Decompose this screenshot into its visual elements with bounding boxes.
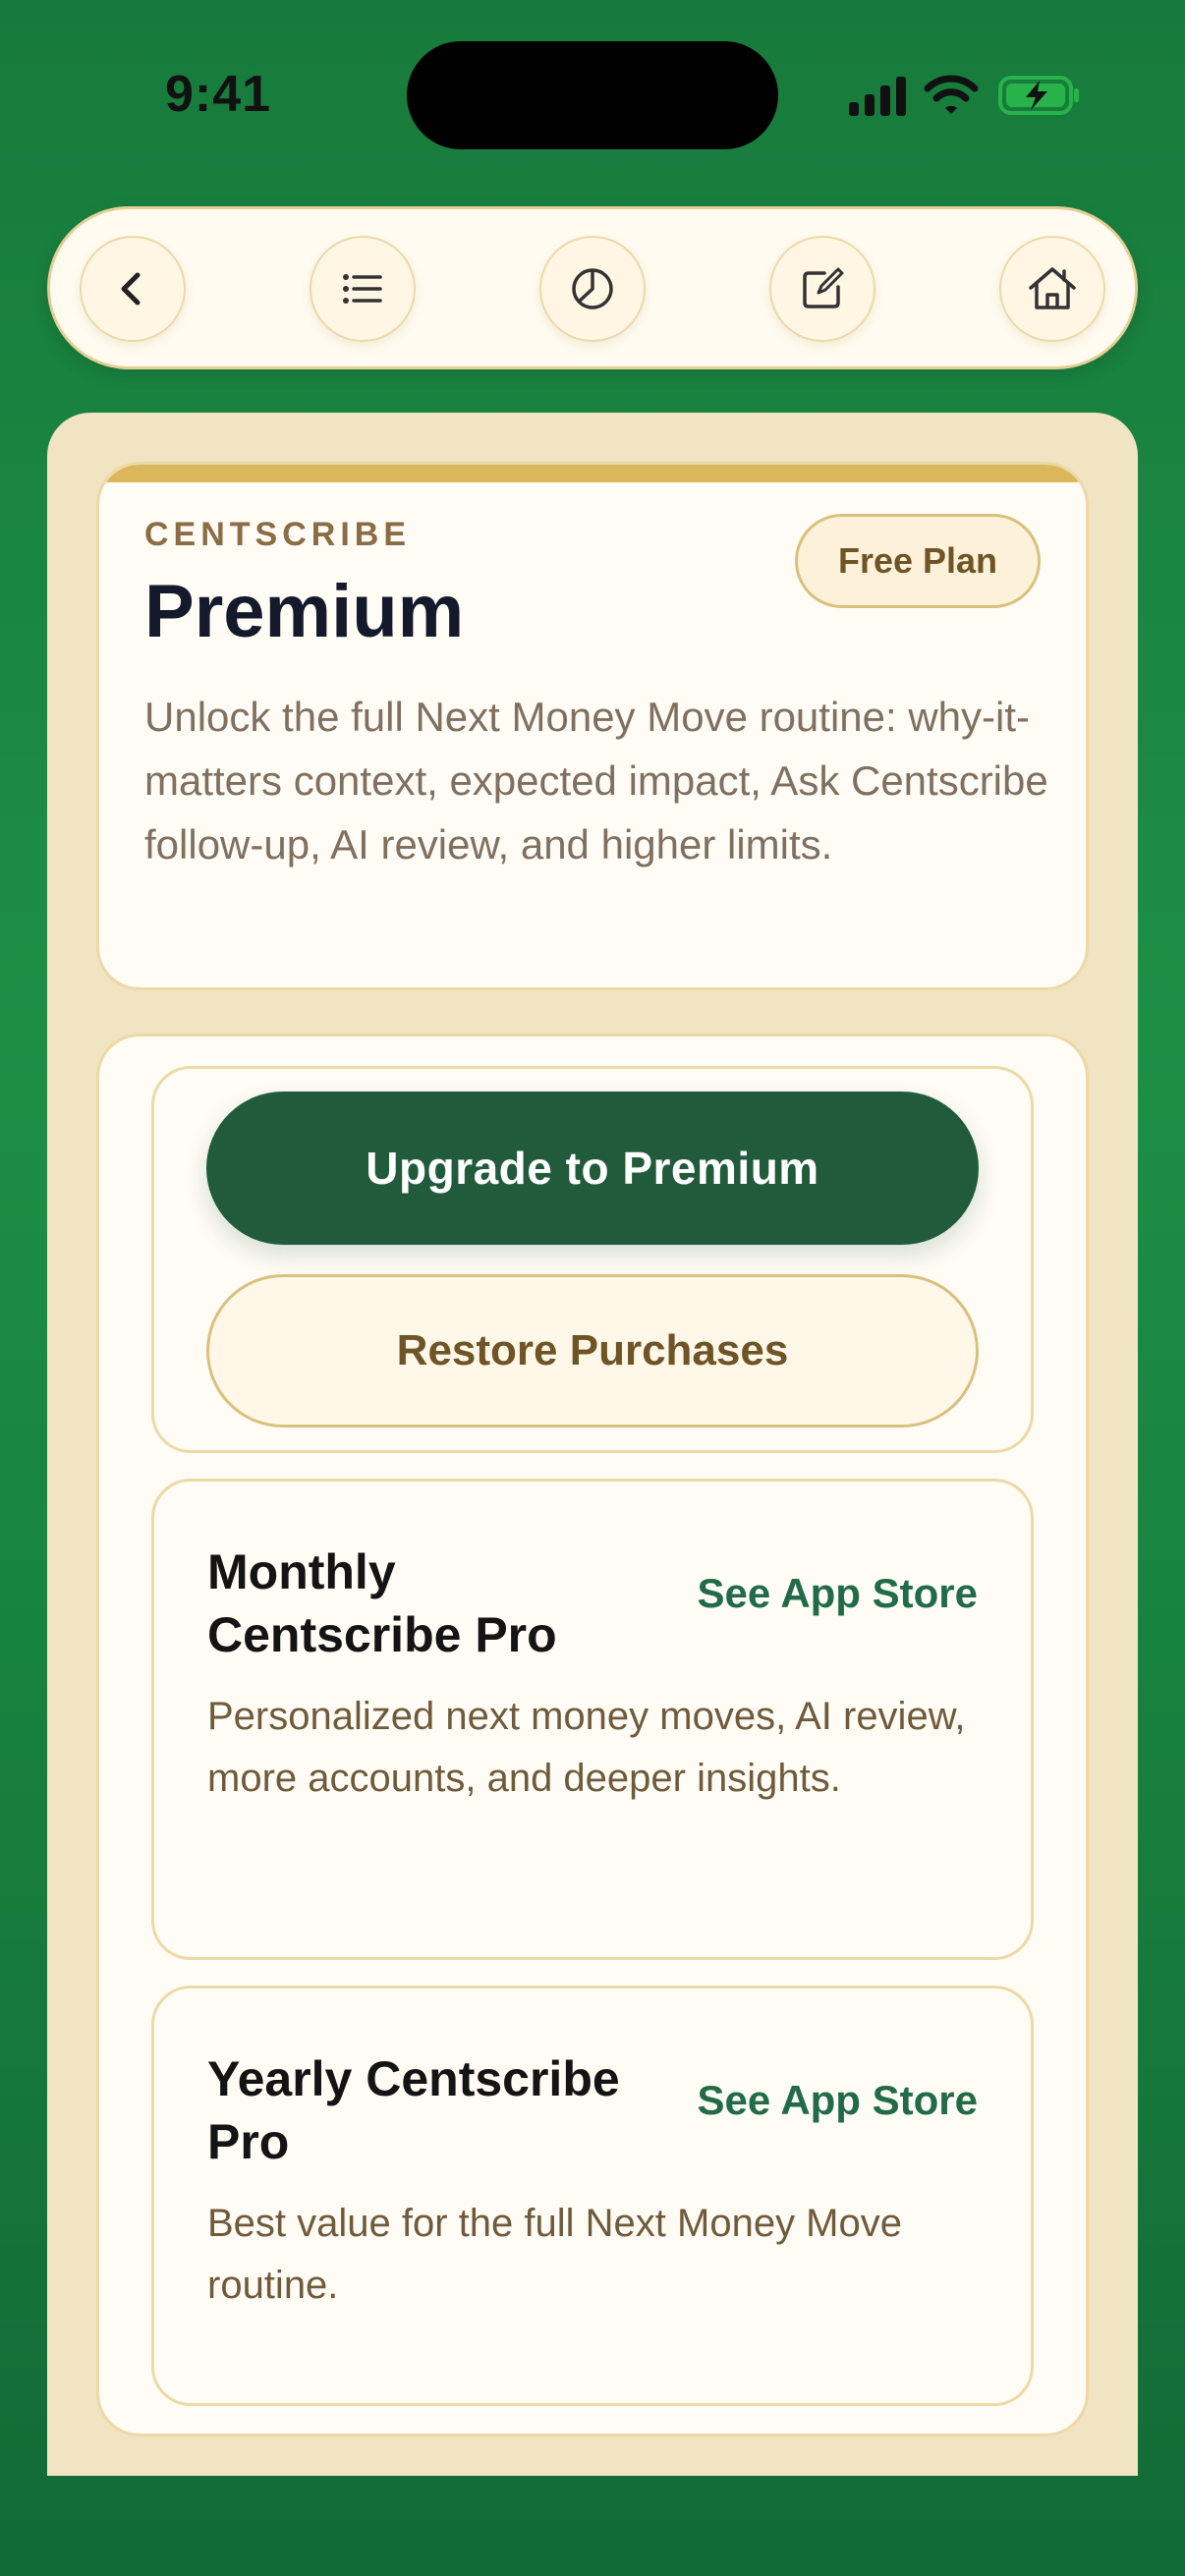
pie-chart-icon <box>572 268 613 309</box>
status-time: 9:41 <box>165 66 272 123</box>
home-icon <box>1029 267 1076 309</box>
edit-note-icon <box>803 267 844 308</box>
back-chevron-icon <box>121 272 141 306</box>
compose-button[interactable] <box>769 236 875 342</box>
plan-name: Monthly Centscribe Pro <box>207 1544 557 1662</box>
status-bar: 9:41 <box>0 0 1185 187</box>
wifi-icon <box>924 75 979 114</box>
brand-eyebrow: CENTSCRIBE <box>144 516 412 553</box>
list-icon <box>343 274 382 304</box>
see-app-store-link[interactable]: See App Store <box>697 1570 978 1617</box>
plan-description: Personalized next money moves, AI review… <box>207 1695 966 1800</box>
insights-button[interactable] <box>539 236 646 342</box>
upgrade-button[interactable]: Upgrade to Premium <box>206 1092 979 1245</box>
cellular-signal-icon <box>849 77 906 116</box>
see-app-store-link[interactable]: See App Store <box>697 2077 978 2124</box>
top-toolbar <box>47 206 1138 369</box>
plan-status-badge: Free Plan <box>795 514 1041 608</box>
home-button[interactable] <box>999 236 1105 342</box>
plan-name: Yearly Centscribe Pro <box>207 2051 620 2169</box>
battery-charging-icon <box>998 76 1079 115</box>
plan-description: Best value for the full Next Money Move … <box>207 2202 902 2307</box>
plan-card-monthly[interactable]: Monthly Centscribe Pro See App Store Per… <box>151 1479 1034 1960</box>
back-button[interactable] <box>80 236 186 342</box>
list-button[interactable] <box>310 236 416 342</box>
premium-header-card: CENTSCRIBE Premium Free Plan Unlock the … <box>96 462 1089 990</box>
plan-card-yearly[interactable]: Yearly Centscribe Pro See App Store Best… <box>151 1986 1034 2406</box>
page-title: Premium <box>144 570 465 653</box>
dynamic-island <box>407 41 778 149</box>
premium-description: Unlock the full Next Money Move routine:… <box>144 694 1048 868</box>
restore-purchases-button[interactable]: Restore Purchases <box>206 1274 979 1428</box>
header-accent-bar <box>99 465 1086 482</box>
